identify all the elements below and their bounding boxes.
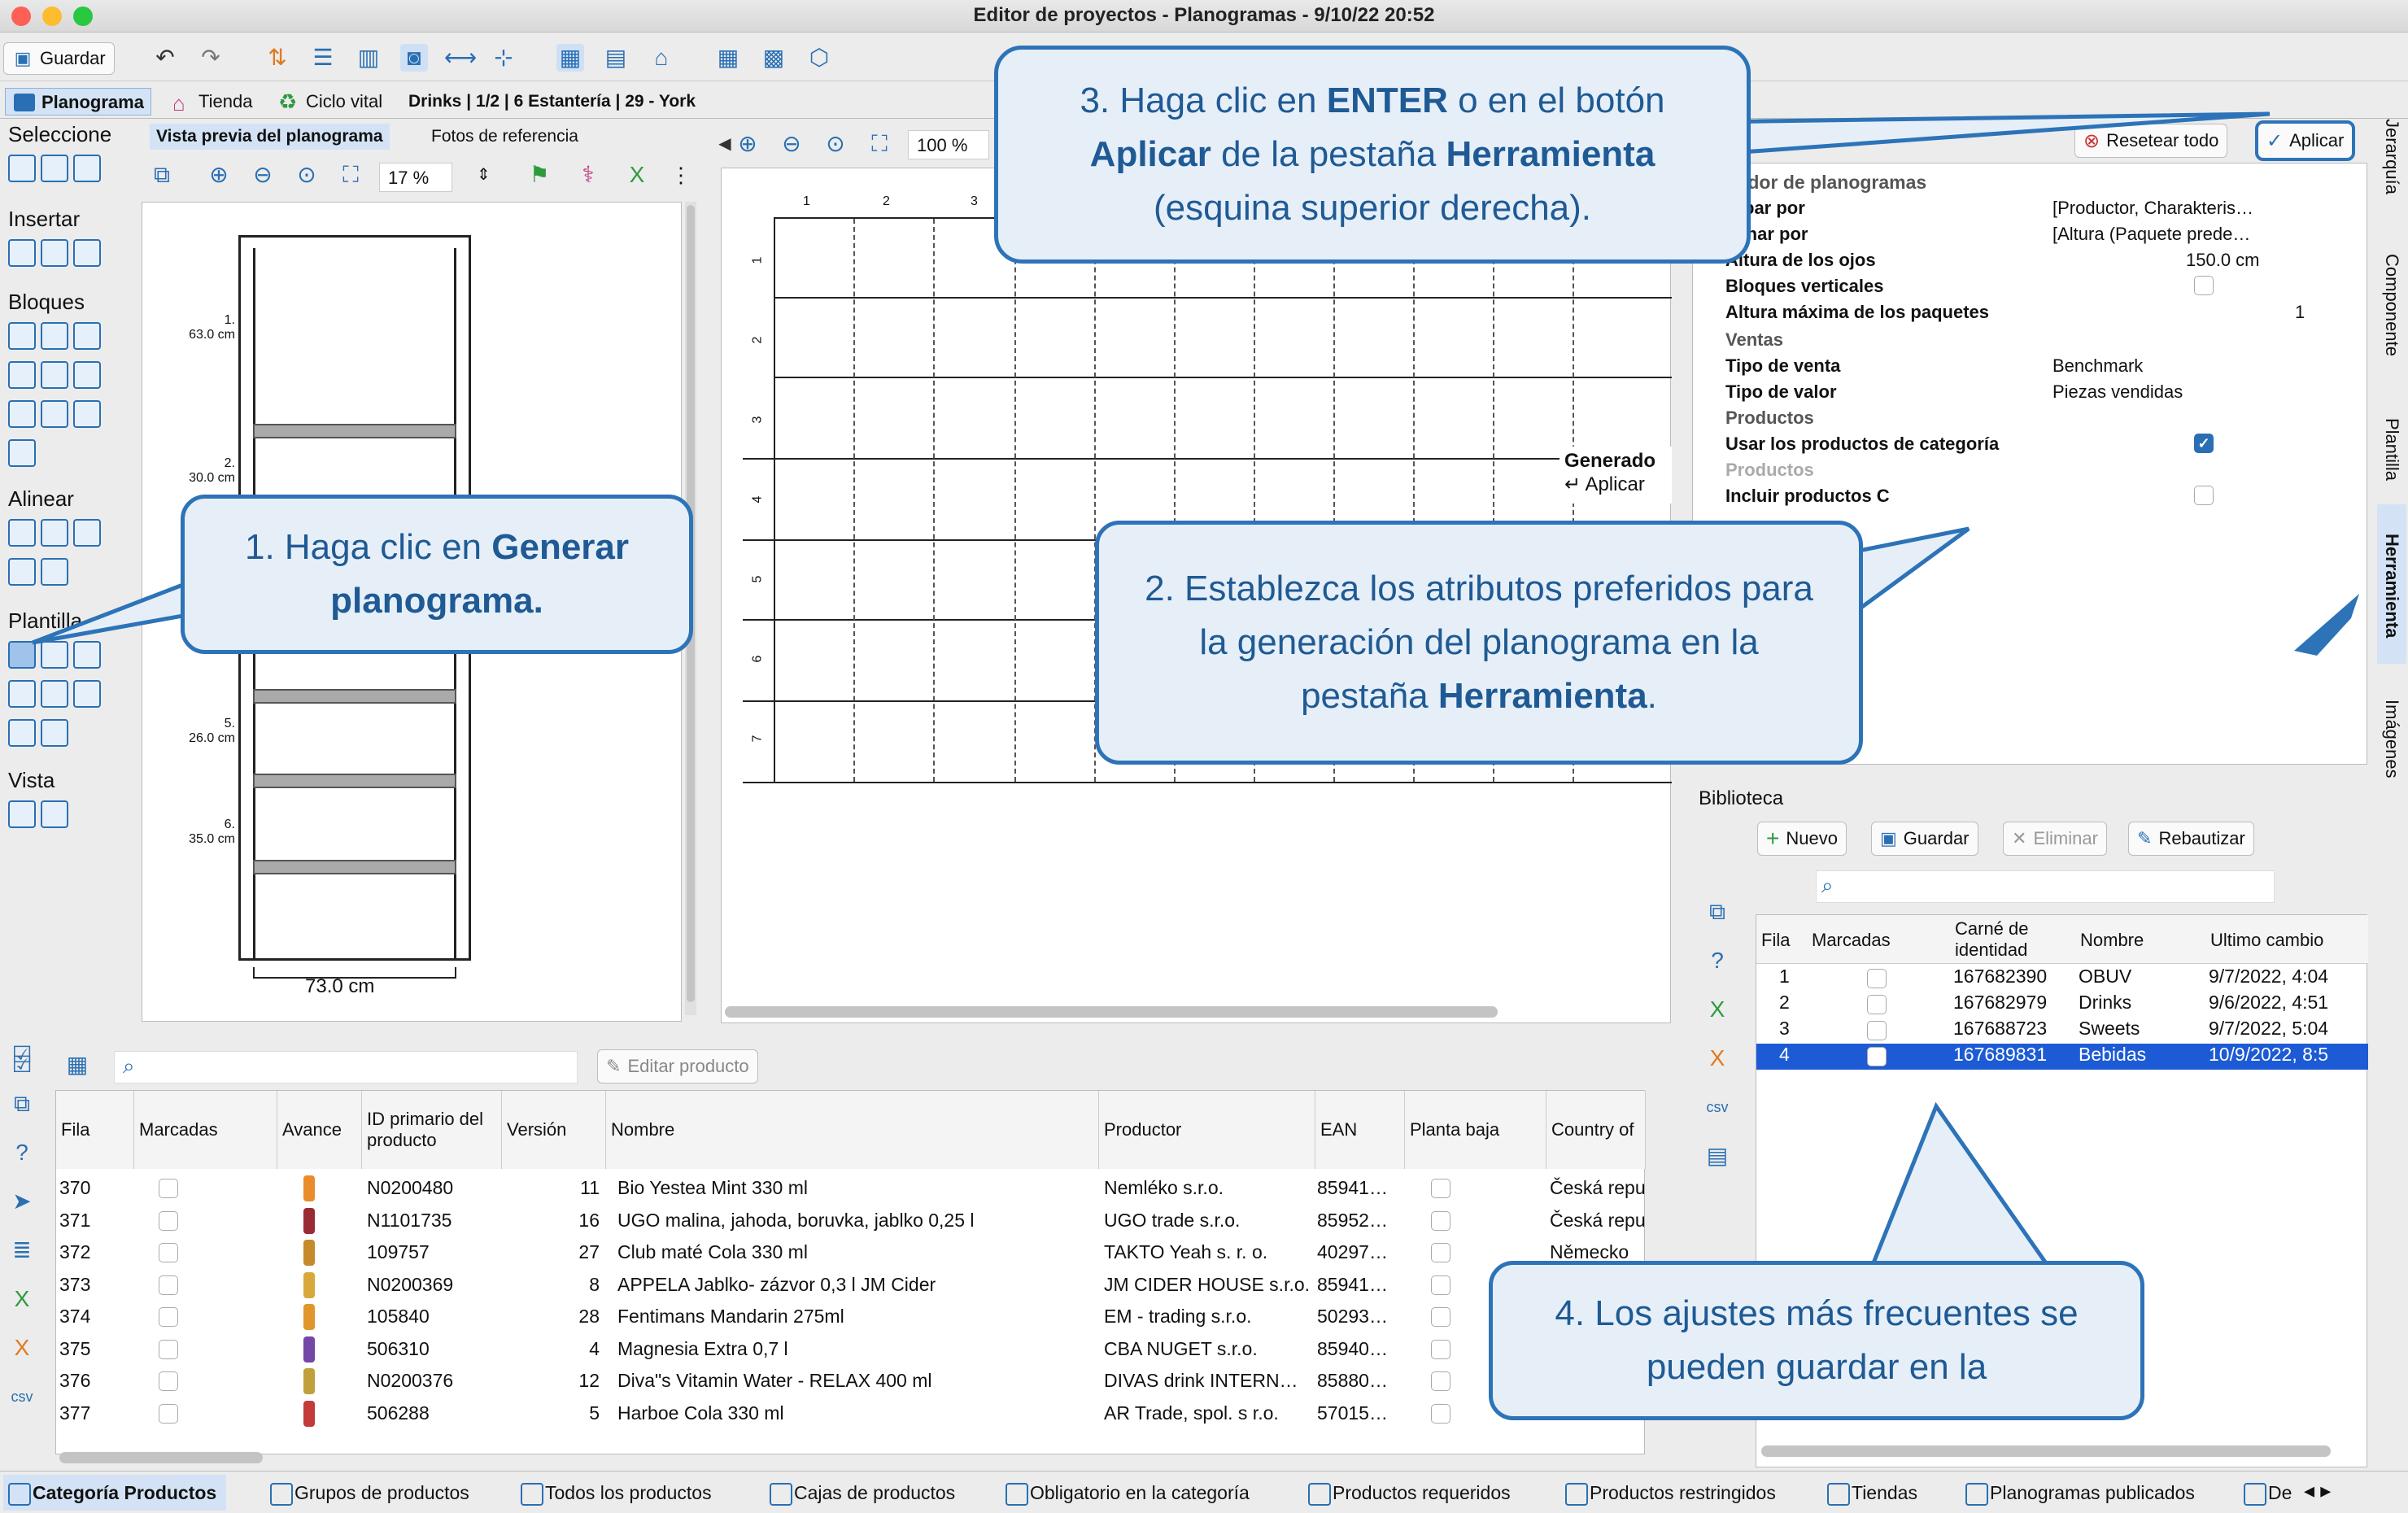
callout-bold: Aplicar [1089, 134, 1211, 174]
arrow-herramienta [2294, 594, 2359, 656]
callout-3: 3. Haga clic en ENTER o en el botón Apli… [994, 46, 1751, 264]
app-window: Editor de proyectos - Planogramas - 9/10… [0, 0, 2408, 1513]
callout-text: de la pestaña [1211, 134, 1446, 174]
callout3-pointer [1706, 111, 2271, 157]
callout4-pointer [1868, 1101, 2054, 1271]
callout-1: 1. Haga clic en Generar planograma. [181, 495, 693, 654]
callout-bold: Generar [491, 527, 630, 567]
callout-bold: Herramienta [1437, 676, 1647, 716]
callout-text: 1. Haga clic en [244, 527, 492, 567]
callout2-pointer [1844, 526, 1970, 622]
callout-text: 3. Haga clic en [1080, 81, 1327, 120]
callout-bold: Herramienta [1446, 134, 1656, 174]
callout-text: (esquina superior derecha). [1153, 188, 1592, 228]
callout-4: 4. Los ajustes más frecuentes se pueden … [1489, 1261, 2144, 1420]
callout-bold: ENTER [1326, 81, 1448, 120]
callout-bold: planograma. [330, 581, 543, 621]
callout-text: . [1647, 676, 1657, 716]
callout-text: o en el botón [1447, 81, 1665, 120]
callout-text: 4. Los ajustes más frecuentes se pueden … [1555, 1293, 2079, 1387]
callout-2: 2. Establezca los atributos preferidos p… [1095, 521, 1863, 765]
